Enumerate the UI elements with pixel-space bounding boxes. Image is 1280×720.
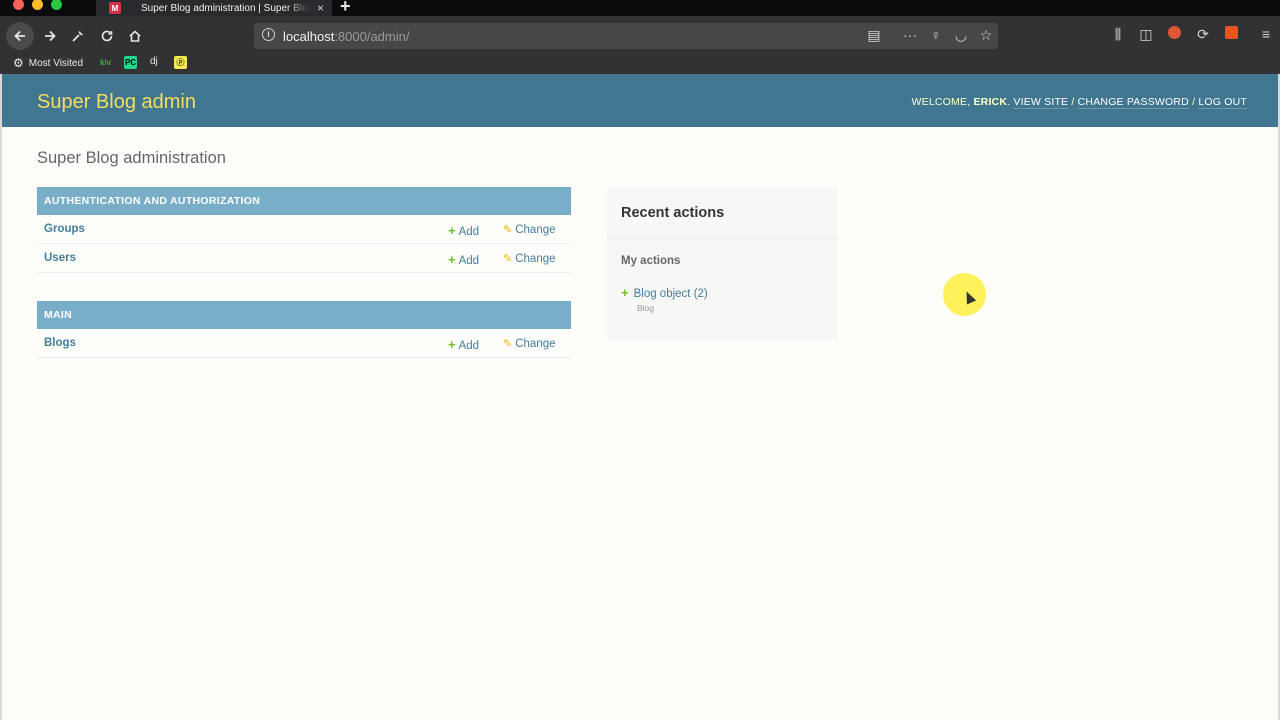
pocket-icon[interactable]: ◡ xyxy=(952,27,970,44)
forward-button[interactable] xyxy=(36,22,64,50)
bookmark-python[interactable]: ⓟ xyxy=(174,56,187,69)
change-groups-button[interactable]: ✎ Change xyxy=(503,223,556,236)
module-caption[interactable]: AUTHENTICATION AND AUTHORIZATION xyxy=(37,187,571,215)
reader-view-icon[interactable]: ▤ xyxy=(865,27,883,44)
admin-header: Super Blog admin WELCOME, ERICK. VIEW SI… xyxy=(2,74,1278,127)
bookmarks-bar: ⚙ Most Visited kiv PC dj ⓟ xyxy=(0,54,1280,74)
bookmark-django[interactable]: dj xyxy=(150,56,158,67)
page-title: Super Blog administration xyxy=(37,149,226,167)
recent-action-link[interactable]: + Blog object (2) xyxy=(621,285,708,300)
reload-icon xyxy=(101,30,113,42)
module-caption[interactable]: MAIN xyxy=(37,301,571,329)
library-icon[interactable]: ⫼ xyxy=(1108,26,1128,46)
tools-button[interactable] xyxy=(64,22,92,50)
bookmark-pycharm[interactable]: PC xyxy=(124,56,137,69)
page-left-border xyxy=(0,74,2,720)
plus-icon: + xyxy=(448,223,456,238)
recent-actions-panel: Recent actions My actions + Blog object (… xyxy=(607,187,838,340)
ubuntu-extension-icon[interactable] xyxy=(1221,26,1241,46)
add-groups-button[interactable]: + Add xyxy=(448,223,479,238)
model-link-groups[interactable]: Groups xyxy=(44,223,85,235)
forward-arrow-icon xyxy=(45,30,56,42)
new-tab-button[interactable]: + xyxy=(340,0,351,17)
minimize-window-button[interactable] xyxy=(32,0,43,10)
model-link-blogs[interactable]: Blogs xyxy=(44,337,76,349)
site-info-icon[interactable]: i xyxy=(262,28,275,41)
pycharm-icon: PC xyxy=(124,56,137,69)
gear-icon: ⚙ xyxy=(13,56,24,70)
pencil-icon: ✎ xyxy=(503,253,513,265)
home-button[interactable] xyxy=(121,22,149,50)
gmail-favicon-icon: M xyxy=(109,2,121,14)
kiwi-icon: kiv xyxy=(99,58,112,67)
plus-icon: + xyxy=(621,285,629,300)
tab-title: Super Blog administration | Super Blog xyxy=(141,2,311,14)
table-row: Users + Add ✎ Change xyxy=(37,244,571,273)
recent-action-type: Blog xyxy=(637,303,655,313)
bookmark-star-icon[interactable]: ☆ xyxy=(977,27,995,44)
home-icon xyxy=(129,30,141,42)
maximize-window-button[interactable] xyxy=(51,0,62,10)
python-icon: ⓟ xyxy=(174,56,187,69)
extension-icon[interactable]: ⟳ xyxy=(1193,26,1213,46)
table-row: Blogs + Add ✎ Change xyxy=(37,329,571,358)
back-button[interactable] xyxy=(6,22,34,50)
duckduckgo-icon[interactable] xyxy=(1164,26,1184,46)
wrench-icon xyxy=(72,31,83,42)
plus-icon: + xyxy=(448,337,456,352)
change-password-link[interactable]: CHANGE PASSWORD xyxy=(1077,96,1189,109)
change-blogs-button[interactable]: ✎ Change xyxy=(503,337,556,350)
log-out-link[interactable]: LOG OUT xyxy=(1198,96,1247,109)
page-content-area xyxy=(0,74,1280,720)
divider xyxy=(607,238,838,239)
model-link-users[interactable]: Users xyxy=(44,252,76,264)
menu-hamburger-icon[interactable]: ≡ xyxy=(1256,26,1276,46)
reload-button[interactable] xyxy=(93,22,121,50)
browser-navbar: i localhost:8000/admin/ ▤ ··· ♀ ◡ ☆ ⫼ ◫ … xyxy=(0,16,1280,54)
url-bar[interactable]: i localhost:8000/admin/ ▤ ··· ♀ ◡ ☆ xyxy=(254,23,998,49)
plus-icon: + xyxy=(448,252,456,267)
close-window-button[interactable] xyxy=(13,0,24,10)
pencil-icon: ✎ xyxy=(503,338,513,350)
change-users-button[interactable]: ✎ Change xyxy=(503,252,556,265)
lightbulb-icon[interactable]: ♀ xyxy=(927,27,945,43)
browser-tab[interactable]: M Super Blog administration | Super Blog… xyxy=(96,0,332,16)
browser-tab-bar: M Super Blog administration | Super Blog… xyxy=(0,0,1280,16)
pencil-icon: ✎ xyxy=(503,224,513,236)
module-main: MAIN Blogs + Add ✎ Change xyxy=(37,301,571,358)
module-auth: AUTHENTICATION AND AUTHORIZATION Groups … xyxy=(37,187,571,273)
table-row: Groups + Add ✎ Change xyxy=(37,215,571,244)
recent-actions-title: Recent actions xyxy=(621,205,725,221)
site-branding[interactable]: Super Blog admin xyxy=(37,91,196,114)
add-users-button[interactable]: + Add xyxy=(448,252,479,267)
sidebar-icon[interactable]: ◫ xyxy=(1136,26,1156,46)
page-actions-icon[interactable]: ··· xyxy=(901,27,919,43)
bookmark-most-visited[interactable]: ⚙ Most Visited xyxy=(13,56,83,70)
user-tools: WELCOME, ERICK. VIEW SITE / CHANGE PASSW… xyxy=(911,96,1247,109)
tab-close-icon[interactable]: × xyxy=(317,1,324,15)
bookmark-kiwi[interactable]: kiv xyxy=(99,56,112,69)
back-arrow-icon xyxy=(14,30,25,42)
view-site-link[interactable]: VIEW SITE xyxy=(1013,96,1069,109)
add-blogs-button[interactable]: + Add xyxy=(448,337,479,352)
my-actions-heading: My actions xyxy=(621,255,681,267)
username: ERICK xyxy=(973,96,1008,108)
url-text[interactable]: localhost:8000/admin/ xyxy=(283,29,409,44)
